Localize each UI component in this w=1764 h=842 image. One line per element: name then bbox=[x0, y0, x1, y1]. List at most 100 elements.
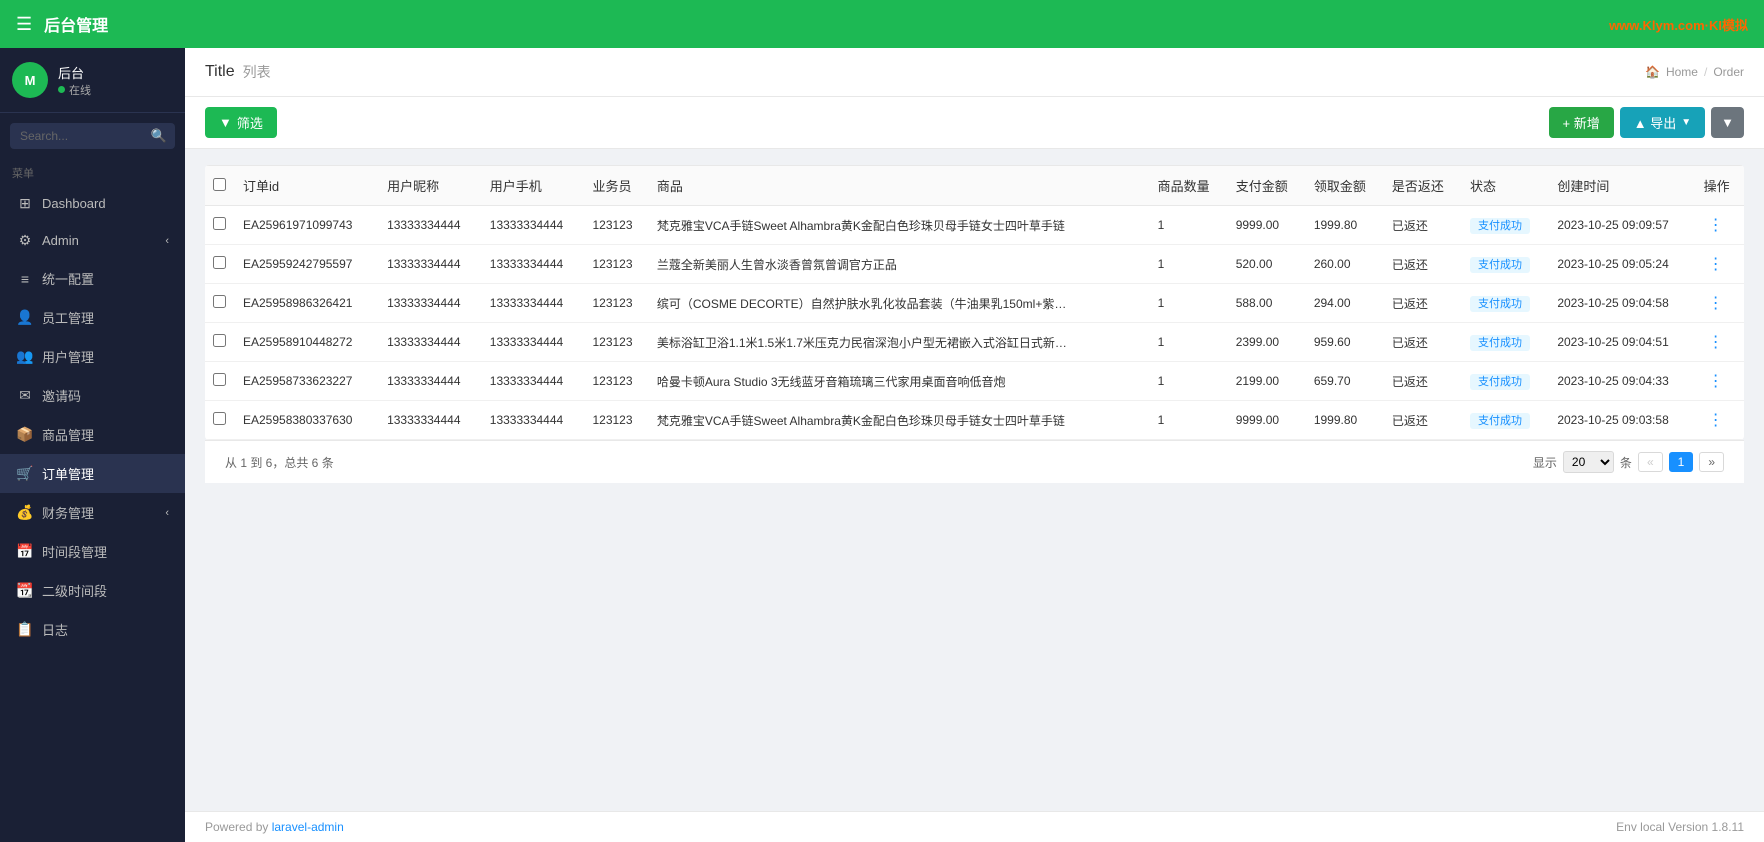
columns-button[interactable]: ▼ bbox=[1711, 107, 1744, 138]
cell-status: 支付成功 bbox=[1462, 323, 1549, 362]
cell-returned: 已返还 bbox=[1384, 323, 1462, 362]
logs-icon: 📋 bbox=[16, 621, 34, 638]
col-actions: 操作 bbox=[1696, 166, 1744, 206]
filter-button[interactable]: ▼ 筛选 bbox=[205, 107, 277, 138]
cell-receive: 659.70 bbox=[1306, 362, 1384, 401]
invite-icon: ✉ bbox=[16, 387, 34, 404]
breadcrumb: 🏠 Home / Order bbox=[1645, 65, 1744, 79]
row-action-button[interactable]: ⋮ bbox=[1704, 412, 1728, 429]
table-container: 订单id 用户昵称 用户手机 业务员 商品 商品数量 支付金额 领取金额 是否返… bbox=[185, 149, 1764, 811]
search-box: 🔍 bbox=[0, 113, 185, 159]
page-title: Title bbox=[205, 63, 235, 81]
row-checkbox-0[interactable] bbox=[213, 217, 226, 230]
next-page-button[interactable]: » bbox=[1699, 452, 1724, 472]
col-product: 商品 bbox=[649, 166, 1150, 206]
finance-icon: 💰 bbox=[16, 504, 34, 521]
admin-icon: ⚙ bbox=[16, 232, 34, 249]
avatar: M bbox=[12, 62, 48, 98]
select-all-checkbox[interactable] bbox=[213, 178, 226, 191]
finance-chevron-icon: ‹ bbox=[165, 507, 169, 519]
cell-receive: 1999.80 bbox=[1306, 401, 1384, 440]
page-1-button[interactable]: 1 bbox=[1669, 452, 1694, 472]
cell-product: 哈曼卡顿Aura Studio 3无线蓝牙音箱琉璃三代家用桌面音响低音炮 bbox=[649, 362, 1150, 401]
sidebar-item-finance[interactable]: 💰 财务管理 ‹ bbox=[0, 493, 185, 532]
export-button[interactable]: ▲ 导出 ▼ bbox=[1620, 107, 1705, 138]
row-action-button[interactable]: ⋮ bbox=[1704, 217, 1728, 234]
row-checkbox-1[interactable] bbox=[213, 256, 226, 269]
cell-created: 2023-10-25 09:04:33 bbox=[1549, 362, 1695, 401]
col-amount: 支付金额 bbox=[1228, 166, 1306, 206]
breadcrumb-separator: / bbox=[1704, 65, 1707, 79]
orders-icon: 🛒 bbox=[16, 465, 34, 482]
sidebar-item-timeslots2[interactable]: 📆 二级时间段 bbox=[0, 571, 185, 610]
cell-amount: 2399.00 bbox=[1228, 323, 1306, 362]
sidebar-item-staff[interactable]: 👤 员工管理 bbox=[0, 298, 185, 337]
row-action-button[interactable]: ⋮ bbox=[1704, 373, 1728, 390]
col-status: 状态 bbox=[1462, 166, 1549, 206]
breadcrumb-home[interactable]: Home bbox=[1666, 65, 1698, 79]
table-row: EA25958380337630 13333334444 13333334444… bbox=[205, 401, 1744, 440]
menu-toggle-icon[interactable]: ☰ bbox=[16, 14, 32, 35]
footer-version: Env local Version 1.8.11 bbox=[1616, 820, 1744, 834]
cell-status: 支付成功 bbox=[1462, 245, 1549, 284]
cell-qty: 1 bbox=[1150, 401, 1228, 440]
sidebar-item-timeslots[interactable]: 📅 时间段管理 bbox=[0, 532, 185, 571]
pagination-bar: 从 1 到 6，总共 6 条 显示 20 50 100 条 « 1 » bbox=[205, 440, 1744, 483]
row-checkbox-2[interactable] bbox=[213, 295, 226, 308]
cell-returned: 已返还 bbox=[1384, 206, 1462, 245]
cell-created: 2023-10-25 09:09:57 bbox=[1549, 206, 1695, 245]
cell-phone: 13333334444 bbox=[482, 323, 585, 362]
status-badge: 支付成功 bbox=[1470, 296, 1530, 312]
row-action-button[interactable]: ⋮ bbox=[1704, 256, 1728, 273]
cell-order-id: EA25958380337630 bbox=[235, 401, 379, 440]
cell-created: 2023-10-25 09:04:58 bbox=[1549, 284, 1695, 323]
cell-staff: 123123 bbox=[584, 401, 648, 440]
config-icon: ≡ bbox=[16, 271, 34, 287]
table-row: EA25959242795597 13333334444 13333334444… bbox=[205, 245, 1744, 284]
footer-link[interactable]: laravel-admin bbox=[272, 820, 344, 834]
cell-created: 2023-10-25 09:05:24 bbox=[1549, 245, 1695, 284]
sidebar-item-dashboard[interactable]: ⊞ Dashboard bbox=[0, 185, 185, 222]
sidebar-item-logs[interactable]: 📋 日志 bbox=[0, 610, 185, 649]
cell-returned: 已返还 bbox=[1384, 245, 1462, 284]
per-page-select[interactable]: 20 50 100 bbox=[1563, 451, 1614, 473]
cell-amount: 9999.00 bbox=[1228, 206, 1306, 245]
sidebar-item-products[interactable]: 📦 商品管理 bbox=[0, 415, 185, 454]
breadcrumb-current: Order bbox=[1713, 65, 1744, 79]
cell-product: 梵克雅宝VCA手链Sweet Alhambra黄K金配白色珍珠贝母手链女士四叶草… bbox=[649, 401, 1150, 440]
cell-amount: 2199.00 bbox=[1228, 362, 1306, 401]
cell-nickname: 13333334444 bbox=[379, 323, 482, 362]
row-checkbox-3[interactable] bbox=[213, 334, 226, 347]
col-returned: 是否返还 bbox=[1384, 166, 1462, 206]
main-content: Title 列表 🏠 Home / Order ▼ 筛选 + 新增 ▲ bbox=[185, 48, 1764, 842]
cell-order-id: EA25959242795597 bbox=[235, 245, 379, 284]
cell-staff: 123123 bbox=[584, 323, 648, 362]
sidebar-item-config[interactable]: ≡ 统一配置 bbox=[0, 259, 185, 298]
table-row: EA25961971099743 13333334444 13333334444… bbox=[205, 206, 1744, 245]
user-name: 后台 bbox=[58, 63, 91, 82]
sidebar-item-admin[interactable]: ⚙ Admin ‹ bbox=[0, 222, 185, 259]
row-checkbox-5[interactable] bbox=[213, 412, 226, 425]
prev-page-button[interactable]: « bbox=[1638, 452, 1663, 472]
cell-nickname: 13333334444 bbox=[379, 362, 482, 401]
cell-actions: ⋮ bbox=[1696, 401, 1744, 440]
new-button[interactable]: + 新增 bbox=[1549, 107, 1614, 138]
user-info: M 后台 在线 bbox=[0, 48, 185, 113]
cell-actions: ⋮ bbox=[1696, 245, 1744, 284]
cell-phone: 13333334444 bbox=[482, 401, 585, 440]
cell-product: 兰蔻全新美丽人生曾水淡香曾氛曾调官方正品 bbox=[649, 245, 1150, 284]
row-action-button[interactable]: ⋮ bbox=[1704, 334, 1728, 351]
sidebar-item-users[interactable]: 👥 用户管理 bbox=[0, 337, 185, 376]
sidebar-item-orders[interactable]: 🛒 订单管理 bbox=[0, 454, 185, 493]
cell-receive: 959.60 bbox=[1306, 323, 1384, 362]
cell-nickname: 13333334444 bbox=[379, 284, 482, 323]
cell-order-id: EA25958733623227 bbox=[235, 362, 379, 401]
topbar-watermark: www.Klym.com·KI模拟 bbox=[1609, 15, 1748, 34]
sidebar-item-invite[interactable]: ✉ 邀请码 bbox=[0, 376, 185, 415]
search-icon[interactable]: 🔍 bbox=[151, 128, 167, 144]
row-checkbox-4[interactable] bbox=[213, 373, 226, 386]
toolbar: ▼ 筛选 + 新增 ▲ 导出 ▼ ▼ bbox=[185, 97, 1764, 149]
sidebar-section-label: 菜单 bbox=[0, 159, 185, 185]
row-action-button[interactable]: ⋮ bbox=[1704, 295, 1728, 312]
cell-qty: 1 bbox=[1150, 206, 1228, 245]
